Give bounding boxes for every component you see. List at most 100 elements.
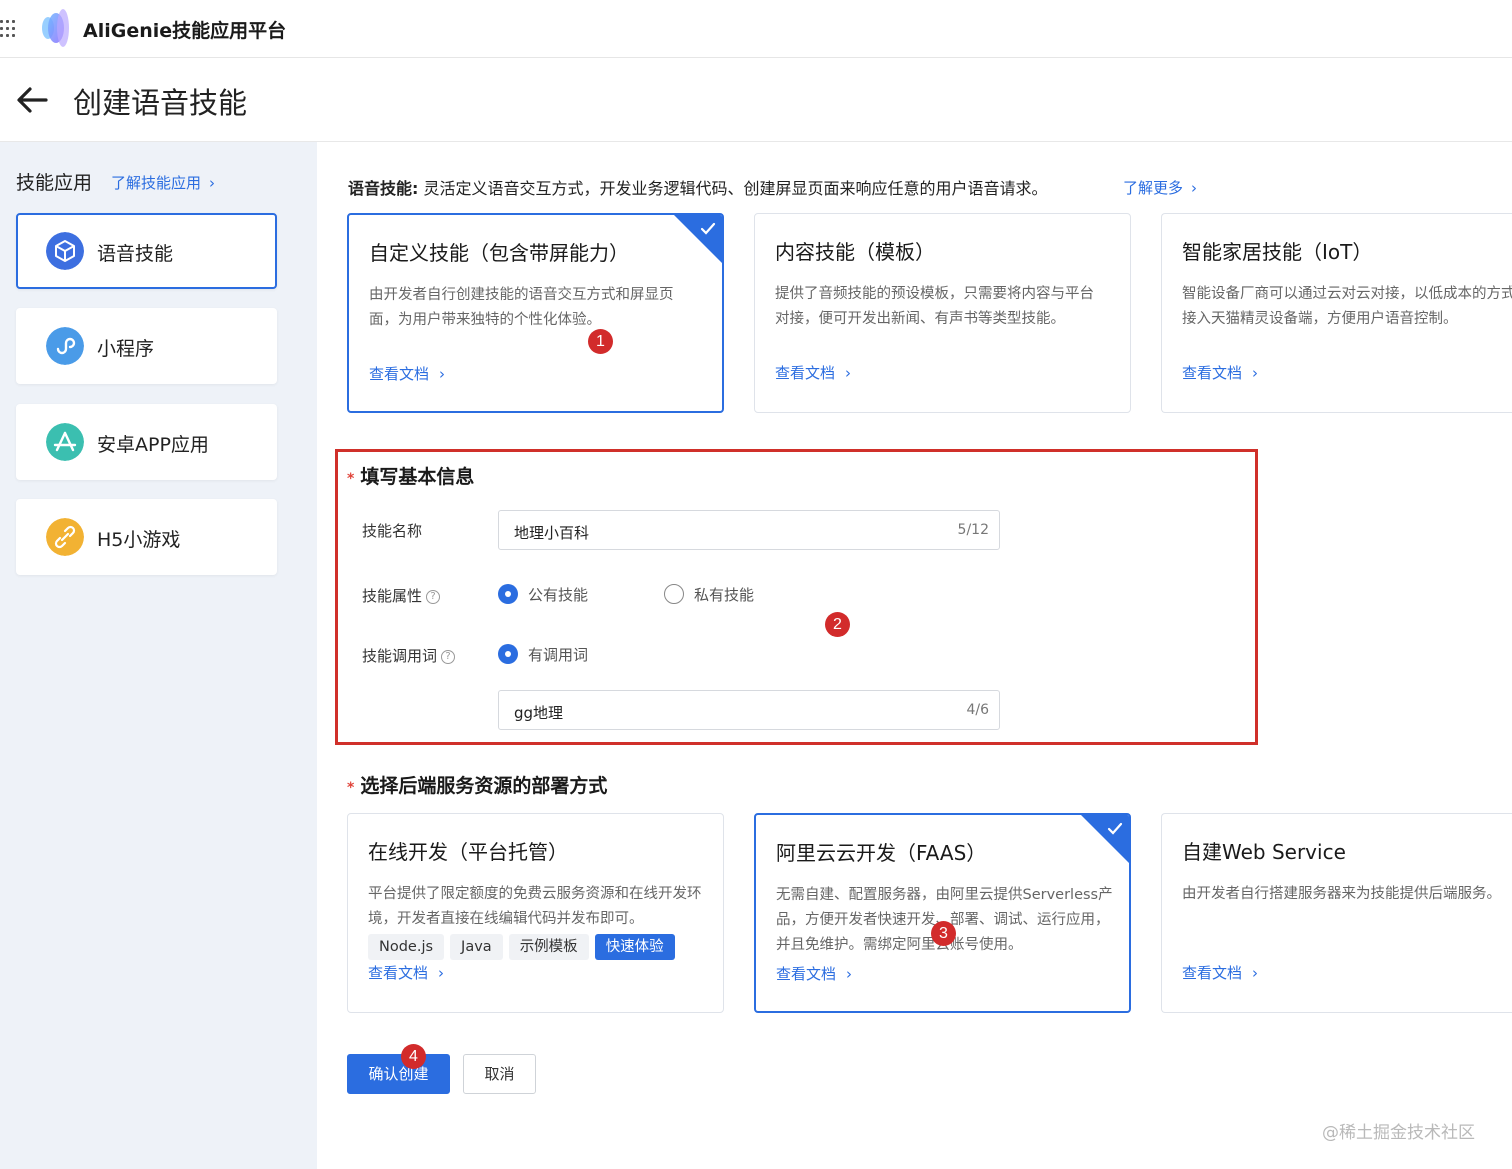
deploy-card-webservice[interactable]: 自建Web Service 由开发者自行搭建服务器来为技能提供后端服务。 查看文… — [1161, 813, 1512, 1013]
view-docs-link[interactable]: 查看文档 › — [775, 362, 851, 383]
skill-type-card-iot[interactable]: 智能家居技能（IoT） 智能设备厂商可以通过云对云对接，以低成本的方式快速接入天… — [1161, 213, 1512, 413]
invoke-word-count: 4/6 — [966, 702, 989, 718]
tag-java[interactable]: Java — [450, 934, 503, 960]
deploy-title-label: 选择后端服务资源的部署方式 — [360, 775, 608, 797]
view-docs-label: 查看文档 — [368, 964, 429, 982]
miniapp-icon — [46, 327, 84, 365]
aligenie-logo-icon — [42, 9, 69, 47]
chevron-right-icon: › — [1191, 179, 1198, 197]
intro-description: 灵活定义语音交互方式，开发业务逻辑代码、创建屏显页面来响应任意的用户语音请求。 — [418, 179, 1048, 198]
basic-info-title-label: 填写基本信息 — [360, 466, 475, 488]
chevron-right-icon: › — [209, 174, 216, 192]
card-title: 内容技能（模板） — [775, 240, 935, 264]
intro-text: 语音技能: 灵活定义语音交互方式，开发业务逻辑代码、创建屏显页面来响应任意的用户… — [348, 175, 1048, 199]
skill-name-count: 5/12 — [957, 522, 989, 538]
required-mark: * — [347, 780, 355, 796]
app-store-icon — [46, 423, 84, 461]
annotation-badge-4: 4 — [401, 1044, 426, 1069]
card-title: 在线开发（平台托管） — [368, 840, 568, 864]
view-docs-link[interactable]: 查看文档 › — [776, 963, 852, 984]
tag-quick-try[interactable]: 快速体验 — [594, 934, 675, 960]
watermark: @稀土掘金技术社区 — [1322, 1123, 1475, 1143]
skill-name-input[interactable]: 地理小百科 5/12 — [498, 510, 1000, 550]
private-skill-label: 私有技能 — [694, 586, 755, 604]
intro-label: 语音技能: — [348, 179, 419, 198]
view-docs-label: 查看文档 — [775, 364, 836, 382]
card-description: 提供了音频技能的预设模板，只需要将内容与平台对接，便可开发出新闻、有声书等类型技… — [775, 286, 1094, 327]
deploy-card-online[interactable]: 在线开发（平台托管） 平台提供了限定额度的免费云服务资源和在线开发环境，开发者直… — [347, 813, 724, 1013]
deploy-title: * 选择后端服务资源的部署方式 — [347, 771, 607, 798]
arrow-left-icon[interactable] — [14, 82, 50, 118]
link-icon — [46, 518, 84, 556]
tag-list: Node.js Java 示例模板 快速体验 — [368, 934, 675, 960]
skill-type-card-custom[interactable]: 自定义技能（包含带屏能力） 由开发者自行创建技能的语音交互方式和屏显页面，为用户… — [347, 213, 724, 413]
skill-attr-label-text: 技能属性 — [362, 587, 423, 605]
tag-nodejs[interactable]: Node.js — [368, 934, 445, 960]
cancel-button[interactable]: 取消 — [463, 1054, 536, 1094]
learn-skill-apps-link[interactable]: 了解技能应用 › — [111, 172, 215, 193]
chevron-right-icon: › — [1252, 964, 1259, 982]
skill-type-card-content[interactable]: 内容技能（模板） 提供了音频技能的预设模板，只需要将内容与平台对接，便可开发出新… — [754, 213, 1131, 413]
tag-sample-template[interactable]: 示例模板 — [508, 934, 589, 960]
chevron-right-icon: › — [438, 964, 445, 982]
sidebar-heading: 技能应用 — [16, 172, 93, 194]
apps-grid-icon[interactable] — [0, 20, 18, 38]
card-description: 由开发者自行搭建服务器来为技能提供后端服务。 — [1182, 886, 1501, 902]
invoke-word-value: gg地理 — [514, 704, 564, 722]
card-title: 阿里云云开发（FAAS） — [776, 841, 987, 865]
chevron-right-icon: › — [846, 965, 853, 983]
view-docs-link[interactable]: 查看文档 › — [1182, 962, 1258, 983]
view-docs-link[interactable]: 查看文档 › — [1182, 362, 1258, 383]
view-docs-label: 查看文档 — [369, 365, 430, 383]
view-docs-label: 查看文档 — [776, 965, 837, 983]
basic-info-title: * 填写基本信息 — [347, 462, 474, 489]
has-invoke-word-label: 有调用词 — [528, 646, 589, 664]
cube-icon — [46, 232, 84, 270]
annotation-badge-3: 3 — [931, 921, 956, 946]
chevron-right-icon: › — [1252, 364, 1259, 382]
skill-name-label: 技能名称 — [362, 522, 423, 540]
confirm-create-button[interactable]: 确认创建 — [347, 1054, 450, 1094]
view-docs-label: 查看文档 — [1182, 964, 1243, 982]
public-skill-label: 公有技能 — [528, 586, 589, 604]
card-description: 由开发者自行创建技能的语音交互方式和屏显页面，为用户带来独特的个性化体验。 — [369, 287, 674, 328]
sidebar-item-h5-game[interactable]: H5小游戏 — [16, 499, 277, 575]
has-invoke-word-radio[interactable] — [498, 644, 518, 664]
learn-skill-apps-label: 了解技能应用 — [111, 174, 202, 192]
card-description: 智能设备厂商可以通过云对云对接，以低成本的方式快速接入天猫精灵设备端，方便用户语… — [1182, 282, 1512, 332]
skill-name-value: 地理小百科 — [514, 524, 590, 542]
view-docs-link[interactable]: 查看文档 › — [369, 363, 445, 384]
invoke-word-input[interactable]: gg地理 4/6 — [498, 690, 1000, 730]
sidebar-item-label: 语音技能 — [97, 243, 174, 265]
top-bar: AliGenie技能应用平台 — [0, 0, 1512, 58]
sidebar-item-mini-program[interactable]: 小程序 — [16, 308, 277, 384]
card-description-text: 智能设备厂商可以通过云对云对接，以低成本的方式快速接入天猫精灵设备端，方便用户语… — [1182, 286, 1512, 327]
page-title: 创建语音技能 — [73, 86, 248, 120]
chevron-right-icon: › — [845, 364, 852, 382]
view-docs-link[interactable]: 查看文档 › — [368, 962, 444, 983]
learn-more-label: 了解更多 — [1123, 179, 1184, 197]
required-mark: * — [347, 471, 355, 487]
annotation-badge-1: 1 — [588, 329, 613, 354]
skill-attr-label: 技能属性? — [362, 585, 441, 606]
sidebar-item-label: 小程序 — [97, 338, 155, 360]
sidebar-item-voice-skill[interactable]: 语音技能 — [16, 213, 277, 289]
sidebar: 技能应用 了解技能应用 › 语音技能 小程序 安卓APP应用 H5小游戏 — [0, 142, 317, 1169]
deploy-card-faas[interactable]: 阿里云云开发（FAAS） 无需自建、配置服务器，由阿里云提供Serverless… — [754, 813, 1131, 1013]
annotation-badge-2: 2 — [825, 612, 850, 637]
card-description: 平台提供了限定额度的免费云服务资源和在线开发环境，开发者直接在线编辑代码并发布即… — [368, 886, 702, 927]
invoke-word-label-text: 技能调用词 — [362, 647, 438, 665]
public-skill-radio[interactable] — [498, 584, 518, 604]
checkmark-icon — [1107, 822, 1123, 835]
chevron-right-icon: › — [439, 365, 446, 383]
private-skill-radio[interactable] — [664, 584, 684, 604]
help-icon[interactable]: ? — [426, 589, 441, 604]
sidebar-item-label: 安卓APP应用 — [97, 434, 209, 456]
card-title: 自定义技能（包含带屏能力） — [369, 241, 629, 265]
page-header: 创建语音技能 — [0, 58, 1512, 142]
help-icon[interactable]: ? — [441, 649, 456, 664]
learn-more-link[interactable]: 了解更多 › — [1123, 177, 1197, 198]
view-docs-label: 查看文档 — [1182, 364, 1243, 382]
card-title: 自建Web Service — [1182, 840, 1346, 864]
sidebar-item-android-app[interactable]: 安卓APP应用 — [16, 404, 277, 480]
